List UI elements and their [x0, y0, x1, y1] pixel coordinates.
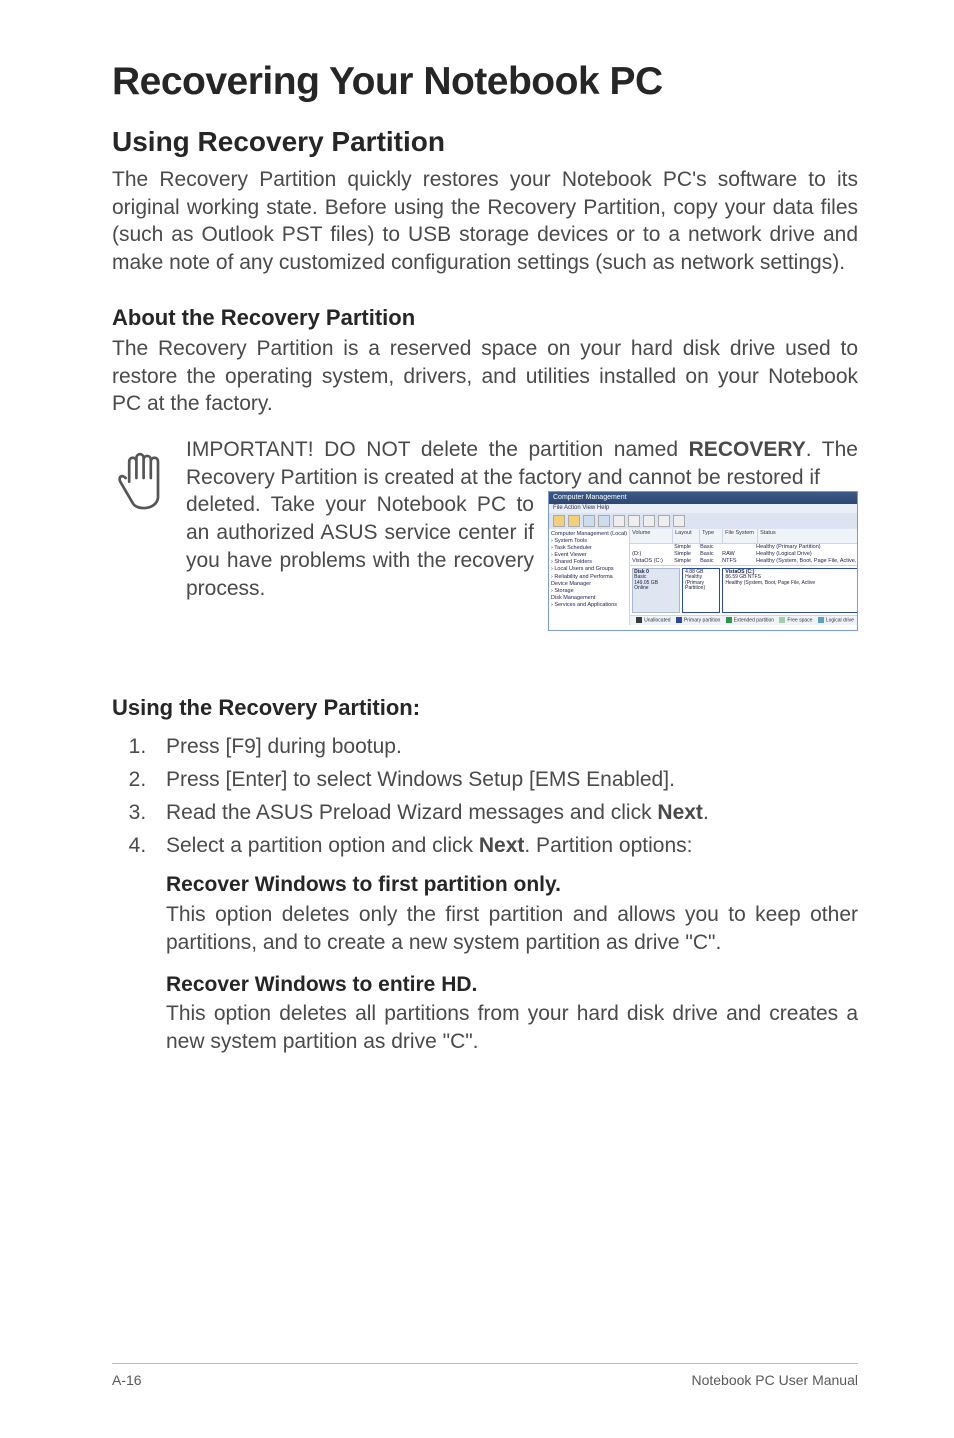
- screenshot-disk-map: Disk 0 Basic 149.05 GB Online 4.88 GB He…: [630, 565, 858, 615]
- screenshot-titlebar: Computer Management: [549, 492, 857, 504]
- option2-body: This option deletes all partitions from …: [166, 1000, 858, 1055]
- important-note: IMPORTANT! DO NOT delete the partition n…: [112, 436, 858, 631]
- list-item: Select a partition option and click Next…: [152, 832, 858, 861]
- screenshot-menubar: File Action View Help: [549, 504, 857, 513]
- section-heading-using-recovery: Using Recovery Partition: [112, 126, 858, 158]
- page-number: A-16: [112, 1372, 142, 1388]
- hand-stop-icon: [112, 442, 168, 514]
- table-row: (D:) Simple Basic RAW Healthy (Logical D…: [630, 551, 858, 558]
- recovery-steps: Press [F9] during bootup. Press [Enter] …: [112, 733, 858, 865]
- subsection-about: About the Recovery Partition: [112, 305, 858, 331]
- section-body-about: The Recovery Partition is a reserved spa…: [112, 335, 858, 418]
- manual-page: Recovering Your Notebook PC Using Recove…: [0, 0, 954, 1438]
- section-body-using-recovery: The Recovery Partition quickly restores …: [112, 166, 858, 277]
- list-item: Read the ASUS Preload Wizard messages an…: [152, 799, 858, 828]
- option1-title: Recover Windows to first partition only.: [166, 871, 858, 899]
- disk-management-screenshot: Computer Management File Action View Hel…: [548, 491, 858, 631]
- screenshot-legend: Unallocated Primary partition Extended p…: [630, 615, 858, 625]
- page-footer: A-16 Notebook PC User Manual: [112, 1363, 858, 1388]
- option2-title: Recover Windows to entire HD.: [166, 971, 858, 999]
- manual-name: Notebook PC User Manual: [691, 1372, 858, 1388]
- table-row: VistaOS (C:) Simple Basic NTFS Healthy (…: [630, 558, 858, 565]
- important-text: IMPORTANT! DO NOT delete the partition n…: [186, 436, 858, 631]
- important-recovery-word: RECOVERY: [689, 438, 806, 461]
- important-line2b: process.: [186, 575, 534, 603]
- list-item: Press [F9] during bootup.: [152, 733, 858, 762]
- important-line2a: deleted. Take your Notebook PC to an aut…: [186, 493, 534, 571]
- option1-body: This option deletes only the first parti…: [166, 901, 858, 956]
- important-prefix: IMPORTANT! DO NOT delete the partition n…: [186, 438, 689, 461]
- screenshot-columns: Volume Layout Type File System Status Ca…: [630, 529, 858, 544]
- list-item: Press [Enter] to select Windows Setup [E…: [152, 766, 858, 795]
- table-row: Simple Basic Healthy (Primary Partition)…: [630, 544, 858, 551]
- page-title: Recovering Your Notebook PC: [112, 60, 858, 104]
- screenshot-tree: Computer Management (Local) › System Too…: [549, 529, 630, 625]
- subsection-using: Using the Recovery Partition:: [112, 695, 858, 721]
- screenshot-toolbar: [549, 513, 857, 529]
